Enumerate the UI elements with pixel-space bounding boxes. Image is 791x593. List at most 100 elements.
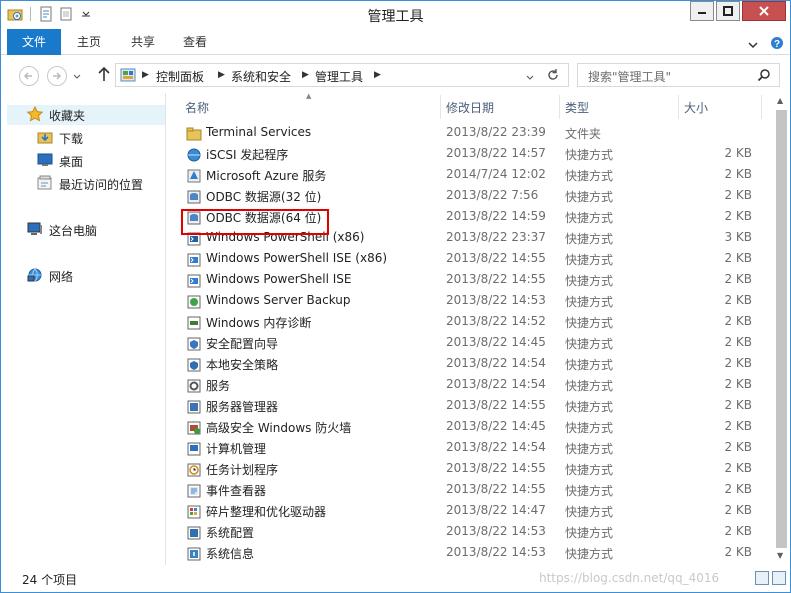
file-row[interactable]: 计算机管理 2013/8/22 14:54 快捷方式 2 KB	[167, 438, 774, 459]
breadcrumb-separator-icon[interactable]: ▶	[374, 70, 381, 80]
file-row[interactable]: iSCSI 发起程序 2013/8/22 14:57 快捷方式 2 KB	[167, 144, 774, 165]
services-icon	[186, 378, 202, 394]
file-row[interactable]: 服务 2013/8/22 14:54 快捷方式 2 KB	[167, 375, 774, 396]
column-divider[interactable]	[678, 95, 679, 119]
file-date: 2013/8/22 14:52	[446, 314, 546, 328]
nav-downloads[interactable]: 下载	[37, 129, 83, 148]
recent-locations-icon[interactable]	[73, 70, 81, 84]
maximize-icon	[723, 6, 733, 16]
tab-share[interactable]: 共享	[117, 29, 169, 55]
file-date: 2013/8/22 14:53	[446, 545, 546, 559]
back-button[interactable]	[19, 66, 39, 86]
file-date: 2013/8/22 14:55	[446, 461, 546, 475]
file-row[interactable]: Microsoft Azure 服务 2014/7/24 12:02 快捷方式 2 K…	[167, 165, 774, 186]
scroll-up-icon[interactable]: ▲	[777, 96, 783, 105]
maximize-button[interactable]	[716, 1, 740, 21]
odbc-icon	[186, 189, 202, 205]
column-header-row: ▲ 名称 修改日期 类型 大小	[167, 92, 774, 119]
search-input[interactable]: 搜索"管理工具"	[577, 63, 780, 87]
tab-file[interactable]: 文件	[7, 29, 61, 55]
download-folder-icon	[37, 129, 53, 148]
item-count: 24 个项目	[22, 573, 78, 587]
file-type: 快捷方式	[565, 484, 614, 498]
breadcrumb-control-panel[interactable]: 控制面板	[156, 68, 204, 85]
file-date: 2013/8/22 14:45	[446, 335, 546, 349]
file-row[interactable]: 安全配置向导 2013/8/22 14:45 快捷方式 2 KB	[167, 333, 774, 354]
file-row[interactable]: 系统信息 2013/8/22 14:53 快捷方式 2 KB	[167, 543, 774, 564]
minimize-button[interactable]	[690, 1, 714, 21]
forward-arrow-icon	[53, 72, 62, 80]
breadcrumb-separator-icon[interactable]: ▶	[302, 70, 309, 80]
memory-diagnostic-icon	[186, 315, 202, 331]
expand-ribbon-icon[interactable]	[748, 38, 758, 52]
nav-label: 桌面	[59, 155, 84, 169]
file-name: Windows 内存诊断	[206, 316, 312, 330]
tab-view[interactable]: 查看	[169, 29, 221, 55]
file-date: 2013/8/22 14:55	[446, 251, 546, 265]
column-size[interactable]: 大小	[684, 99, 708, 116]
details-view-icon[interactable]	[755, 571, 769, 585]
firewall-icon	[186, 420, 202, 436]
column-divider[interactable]	[761, 95, 762, 119]
forward-button[interactable]	[47, 66, 67, 86]
breadcrumb-system-security[interactable]: 系统和安全	[231, 68, 291, 85]
file-row[interactable]: Terminal Services 2013/8/22 23:39 文件夹	[167, 123, 774, 144]
file-type: 文件夹	[565, 127, 602, 141]
file-row[interactable]: 本地安全策略 2013/8/22 14:54 快捷方式 2 KB	[167, 354, 774, 375]
search-icon[interactable]	[757, 68, 771, 85]
breadcrumb-separator-icon[interactable]: ▶	[218, 70, 225, 80]
file-row[interactable]: Windows 内存诊断 2013/8/22 14:52 快捷方式 2 KB	[167, 312, 774, 333]
file-size: 2 KB	[724, 188, 752, 202]
large-icons-view-icon[interactable]	[772, 571, 786, 585]
help-icon[interactable]: ?	[770, 36, 784, 53]
file-name: 事件查看器	[206, 484, 267, 498]
column-divider[interactable]	[440, 95, 441, 119]
column-type[interactable]: 类型	[565, 99, 589, 116]
scroll-down-icon[interactable]: ▼	[777, 551, 783, 560]
back-arrow-icon	[23, 72, 32, 80]
file-name: 安全配置向导	[206, 337, 279, 351]
nav-favorites[interactable]: 收藏夹	[7, 105, 165, 125]
up-button[interactable]	[97, 66, 111, 82]
address-dropdown-icon[interactable]	[526, 71, 534, 85]
file-name: 服务	[206, 379, 231, 393]
breadcrumb-admin-tools[interactable]: 管理工具	[315, 68, 363, 85]
close-button[interactable]	[742, 1, 786, 21]
file-row[interactable]: ODBC 数据源(32 位) 2013/8/22 7:56 快捷方式 2 KB	[167, 186, 774, 207]
nav-recent-places[interactable]: 最近访问的位置	[37, 175, 143, 194]
breadcrumb-separator-icon[interactable]: ▶	[142, 70, 149, 80]
address-bar[interactable]: ▶ 控制面板 ▶ 系统和安全 ▶ 管理工具 ▶	[115, 63, 569, 87]
file-date: 2013/8/22 23:39	[446, 125, 546, 139]
nav-label: 收藏夹	[49, 108, 86, 123]
nav-this-pc[interactable]: 这台电脑	[27, 221, 97, 240]
file-name: ODBC 数据源(32 位)	[206, 190, 322, 204]
refresh-icon[interactable]	[546, 68, 560, 85]
file-type: 快捷方式	[565, 316, 614, 330]
task-scheduler-icon	[186, 462, 202, 478]
vertical-scrollbar[interactable]: ▲ ▼	[774, 93, 790, 565]
file-row[interactable]: 高级安全 Windows 防火墙 2013/8/22 14:45 快捷方式 2 KB	[167, 417, 774, 438]
file-row[interactable]: 碎片整理和优化驱动器 2013/8/22 14:47 快捷方式 2 KB	[167, 501, 774, 522]
file-row[interactable]: Windows Server Backup 2013/8/22 14:53 快捷方式…	[167, 291, 774, 312]
nav-desktop[interactable]: 桌面	[37, 152, 83, 171]
title-bar: 管理工具	[1, 1, 790, 29]
file-row[interactable]: 任务计划程序 2013/8/22 14:55 快捷方式 2 KB	[167, 459, 774, 480]
column-divider[interactable]	[559, 95, 560, 119]
file-date: 2013/8/22 14:55	[446, 398, 546, 412]
file-name: 任务计划程序	[206, 463, 279, 477]
nav-network[interactable]: 网络	[27, 267, 73, 286]
file-type: 快捷方式	[565, 148, 614, 162]
scrollbar-thumb[interactable]	[776, 110, 787, 548]
column-date[interactable]: 修改日期	[446, 99, 494, 116]
column-name[interactable]: 名称	[185, 99, 209, 116]
file-size: 2 KB	[724, 167, 752, 181]
tab-home[interactable]: 主页	[63, 29, 115, 55]
file-row[interactable]: 系统配置 2013/8/22 14:53 快捷方式 2 KB	[167, 522, 774, 543]
file-row[interactable]: Windows PowerShell ISE 2013/8/22 14:55 快捷方…	[167, 270, 774, 291]
nav-label: 这台电脑	[49, 224, 98, 238]
file-row[interactable]: 服务器管理器 2013/8/22 14:55 快捷方式 2 KB	[167, 396, 774, 417]
file-date: 2013/8/22 14:47	[446, 503, 546, 517]
file-row[interactable]: Windows PowerShell ISE (x86) 2013/8/22 14…	[167, 249, 774, 270]
file-row[interactable]: 事件查看器 2013/8/22 14:55 快捷方式 2 KB	[167, 480, 774, 501]
file-type: 快捷方式	[565, 358, 614, 372]
